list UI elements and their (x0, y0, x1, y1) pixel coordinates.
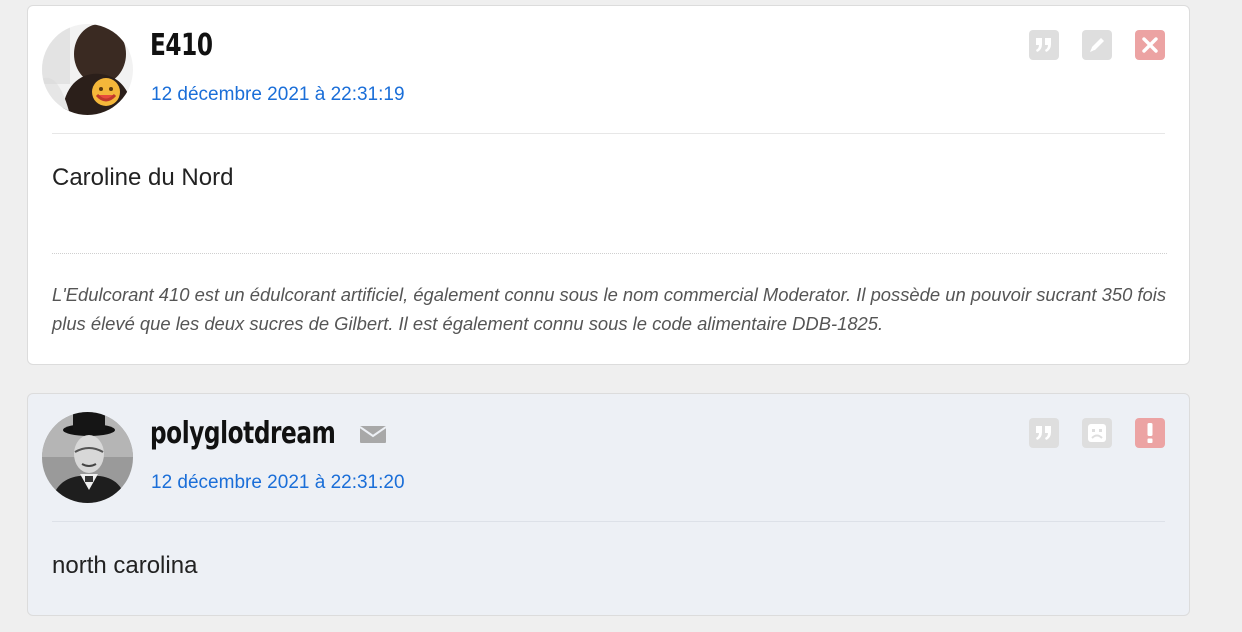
quote-button[interactable] (1029, 30, 1059, 60)
close-icon (1142, 37, 1158, 53)
sad-face-icon (1088, 424, 1106, 442)
edit-icon (1090, 38, 1104, 52)
quote-icon (1036, 426, 1051, 440)
avatar[interactable] (42, 412, 133, 503)
report-button[interactable] (1135, 418, 1165, 448)
username[interactable]: polyglotdream (150, 416, 386, 451)
signature-divider (52, 253, 1167, 254)
post-date-link[interactable]: 12 décembre 2021 à 22:31:19 (151, 84, 405, 106)
quote-icon (1036, 38, 1051, 52)
forum-post: polyglotdream 12 décembre 2021 à 22:31:2… (27, 393, 1190, 616)
username-text[interactable]: E410 (150, 28, 213, 63)
dislike-button[interactable] (1082, 418, 1112, 448)
divider (52, 521, 1165, 522)
exclamation-icon (1147, 423, 1153, 443)
divider (52, 133, 1165, 134)
post-message: north carolina (52, 552, 198, 579)
quote-button[interactable] (1029, 418, 1059, 448)
username[interactable]: E410 (150, 28, 223, 63)
post-actions (1029, 30, 1165, 60)
delete-button[interactable] (1135, 30, 1165, 60)
post-message: Caroline du Nord (52, 164, 234, 191)
post-signature: L'Edulcorant 410 est un édulcorant artif… (52, 284, 1167, 334)
username-text[interactable]: polyglotdream (150, 416, 336, 451)
forum-post: E410 12 décembre 2021 à 22:31:19 Carolin… (27, 5, 1190, 365)
post-actions (1029, 418, 1165, 448)
avatar[interactable] (42, 24, 133, 115)
mail-icon[interactable] (359, 425, 386, 443)
edit-button[interactable] (1082, 30, 1112, 60)
post-date-link[interactable]: 12 décembre 2021 à 22:31:20 (151, 472, 405, 494)
